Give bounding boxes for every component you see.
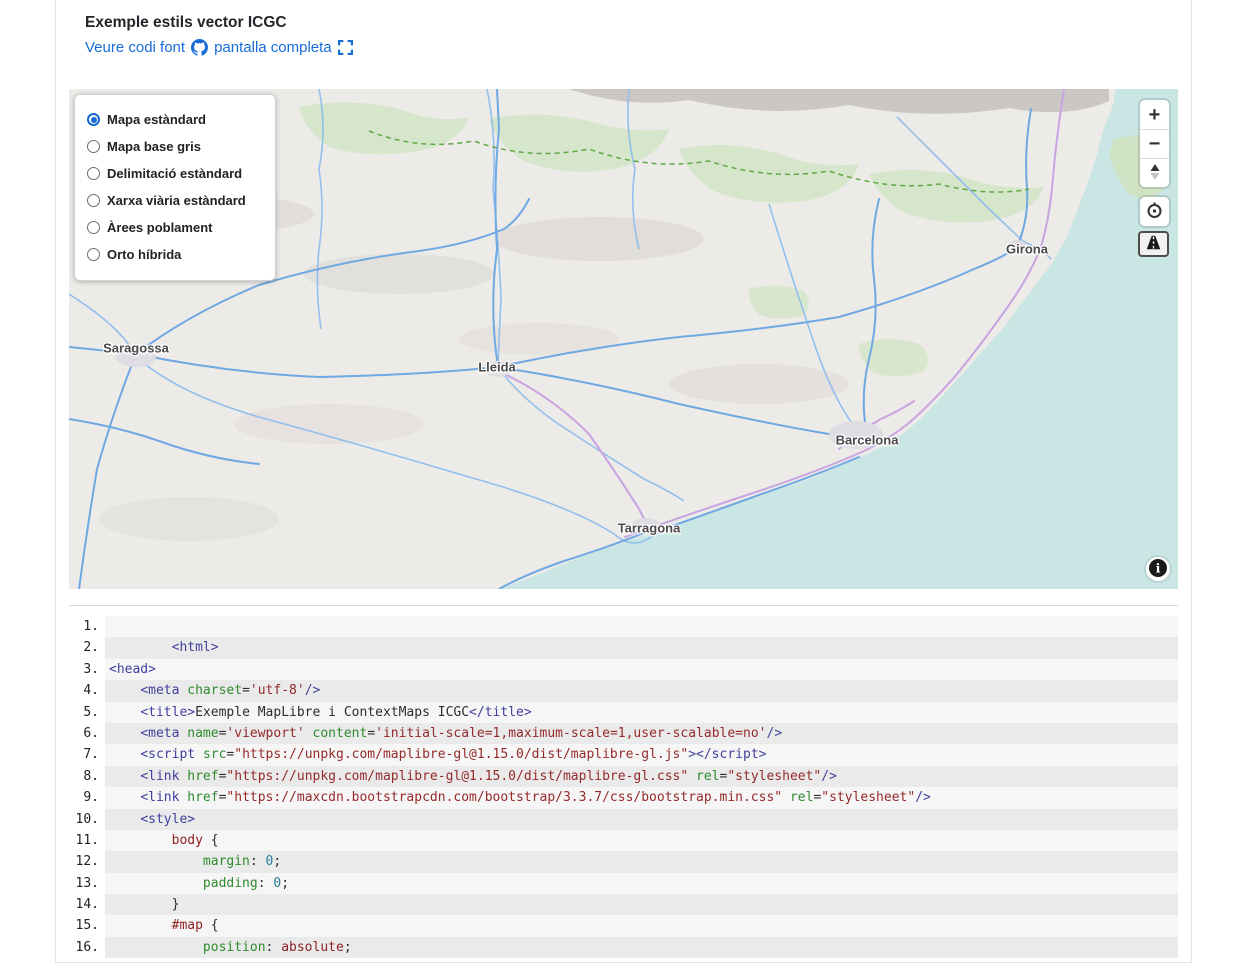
- layer-option-label: Orto híbrida: [107, 247, 181, 262]
- code-line: 9. <link href="https://maxcdn.bootstrapc…: [69, 787, 1178, 808]
- info-icon: i: [1148, 558, 1168, 581]
- line-number: 14.: [69, 894, 105, 915]
- layer-option-1[interactable]: Mapa base gris: [87, 133, 265, 160]
- code-line: 7. <script src="https://unpkg.com/maplib…: [69, 744, 1178, 765]
- code-line: 1.: [69, 616, 1178, 637]
- line-number: 7.: [69, 744, 105, 765]
- line-number: 11.: [69, 830, 105, 851]
- code-line: 5. <title>Exemple MapLibre i ContextMaps…: [69, 702, 1178, 723]
- fullscreen-link[interactable]: pantalla completa: [214, 39, 332, 56]
- code-line: 16. position: absolute;: [69, 937, 1178, 958]
- radio-icon[interactable]: [87, 248, 100, 261]
- code-line: 4. <meta charset='utf-8'/>: [69, 680, 1178, 701]
- layer-option-3[interactable]: Xarxa viària estàndard: [87, 187, 265, 214]
- line-number: 13.: [69, 873, 105, 894]
- layer-option-5[interactable]: Orto híbrida: [87, 241, 265, 268]
- source-code-link[interactable]: Veure codi font: [85, 39, 185, 56]
- layer-option-0[interactable]: Mapa estàndard: [87, 106, 265, 133]
- map-canvas[interactable]: SaragossaLleidaGironaBarcelonaTarragona …: [69, 89, 1178, 589]
- example-container: Exemple estils vector ICGC Veure codi fo…: [55, 0, 1192, 963]
- zoom-out-button[interactable]: −: [1140, 129, 1169, 158]
- layer-option-4[interactable]: Àrees poblament: [87, 214, 265, 241]
- line-number: 16.: [69, 937, 105, 958]
- compass-button[interactable]: [1140, 158, 1169, 187]
- header: Exemple estils vector ICGC Veure codi fo…: [85, 14, 1176, 56]
- layer-option-label: Xarxa viària estàndard: [107, 193, 246, 208]
- radio-icon[interactable]: [87, 140, 100, 153]
- code-line: 8. <link href="https://unpkg.com/maplibr…: [69, 766, 1178, 787]
- geolocate-icon: [1144, 200, 1165, 224]
- attribution-button[interactable]: i: [1146, 557, 1170, 581]
- line-number: 8.: [69, 766, 105, 787]
- code-line: 13. padding: 0;: [69, 873, 1178, 894]
- github-icon[interactable]: [191, 39, 208, 56]
- links-row: Veure codi font pantalla completa: [85, 39, 1176, 56]
- radio-checked-icon[interactable]: [87, 113, 100, 126]
- layer-option-label: Àrees poblament: [107, 220, 212, 235]
- code-line: 14. }: [69, 894, 1178, 915]
- code-line: 12. margin: 0;: [69, 851, 1178, 872]
- code-line: 10. <style>: [69, 809, 1178, 830]
- line-number: 4.: [69, 680, 105, 701]
- radio-icon[interactable]: [87, 221, 100, 234]
- fullscreen-icon[interactable]: [338, 40, 353, 55]
- zoom-control-group: + −: [1140, 100, 1169, 187]
- minus-icon: −: [1149, 134, 1161, 154]
- radio-icon[interactable]: [87, 167, 100, 180]
- road-style-button[interactable]: [1138, 231, 1169, 257]
- line-number: 10.: [69, 809, 105, 830]
- line-number: 9.: [69, 787, 105, 808]
- svg-text:i: i: [1156, 560, 1161, 575]
- line-number: 2.: [69, 637, 105, 658]
- layer-option-label: Mapa base gris: [107, 139, 201, 154]
- line-number: 3.: [69, 659, 105, 680]
- line-number: 5.: [69, 702, 105, 723]
- layer-option-label: Delimitació estàndard: [107, 166, 242, 181]
- zoom-in-button[interactable]: +: [1140, 100, 1169, 129]
- compass-icon: [1145, 162, 1165, 185]
- layer-option-2[interactable]: Delimitació estàndard: [87, 160, 265, 187]
- code-line: 11. body {: [69, 830, 1178, 851]
- radio-icon[interactable]: [87, 194, 100, 207]
- geolocate-control-group: [1140, 197, 1169, 226]
- layer-option-label: Mapa estàndard: [107, 112, 206, 127]
- line-number: 6.: [69, 723, 105, 744]
- code-line: 15. #map {: [69, 915, 1178, 936]
- geolocate-button[interactable]: [1140, 197, 1169, 226]
- source-code-listing: 1.2. <html>3.<head>4. <meta charset='utf…: [69, 616, 1178, 958]
- code-line: 2. <html>: [69, 637, 1178, 658]
- line-number: 12.: [69, 851, 105, 872]
- line-number: 1.: [69, 616, 105, 637]
- code-line: 3.<head>: [69, 659, 1178, 680]
- plus-icon: +: [1149, 105, 1161, 125]
- road-icon: [1143, 234, 1164, 254]
- divider: [69, 605, 1178, 606]
- page-title: Exemple estils vector ICGC: [85, 14, 1176, 32]
- code-line: 6. <meta name='viewport' content='initia…: [69, 723, 1178, 744]
- layer-switcher-panel: Mapa estàndard Mapa base gris Delimitació …: [74, 94, 276, 281]
- line-number: 15.: [69, 915, 105, 936]
- page: Exemple estils vector ICGC Veure codi fo…: [0, 0, 1243, 963]
